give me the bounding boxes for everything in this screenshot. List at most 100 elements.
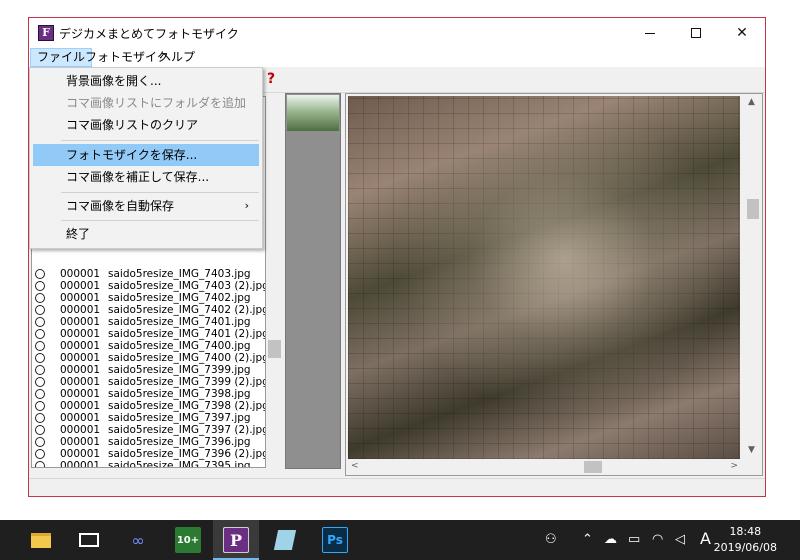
- list-item[interactable]: 000001 saido5resize_IMG_7399 (2).jpg: [32, 376, 265, 388]
- people-icon[interactable]: ⚇: [545, 532, 557, 547]
- list-item[interactable]: 000001 saido5resize_IMG_7396 (2).jpg: [32, 448, 265, 460]
- tile-thumbnail[interactable]: [287, 95, 339, 131]
- list-item[interactable]: 000001 saido5resize_IMG_7397 (2).jpg: [32, 424, 265, 436]
- notes-app-icon[interactable]: [272, 527, 298, 553]
- list-item-filename: saido5resize_IMG_7399.jpg: [108, 364, 251, 376]
- list-item-filename: saido5resize_IMG_7400 (2).jpg: [108, 352, 266, 364]
- scroll-right-icon[interactable]: >: [730, 461, 738, 471]
- list-item-radio[interactable]: [35, 353, 45, 363]
- mosaic-view[interactable]: ▲ ▼ < >: [345, 93, 763, 476]
- list-item-count: 000001: [60, 436, 101, 448]
- menu-item-save-corrected-tiles[interactable]: コマ画像を補正して保存...: [33, 166, 259, 188]
- menu-item-clear-list[interactable]: コマ画像リストのクリア: [33, 114, 259, 136]
- app-icon[interactable]: F: [38, 25, 54, 41]
- list-item[interactable]: 000001 saido5resize_IMG_7402.jpg: [32, 292, 265, 304]
- file-explorer-icon[interactable]: [28, 527, 54, 553]
- list-item[interactable]: 000001 saido5resize_IMG_7401.jpg: [32, 316, 265, 328]
- image-list-scroll-thumb[interactable]: [268, 340, 281, 358]
- image-list-scrollbar[interactable]: [266, 96, 283, 468]
- menu-item-label: コマ画像リストのクリア: [66, 118, 199, 132]
- list-item-radio[interactable]: [35, 305, 45, 315]
- menu-help[interactable]: ヘルプ: [153, 48, 201, 67]
- scroll-up-icon[interactable]: ▲: [748, 97, 755, 107]
- list-item-radio[interactable]: [35, 389, 45, 399]
- list-item-radio[interactable]: [35, 377, 45, 387]
- list-item-filename: saido5resize_IMG_7397.jpg: [108, 412, 251, 424]
- list-item-radio[interactable]: [35, 413, 45, 423]
- list-item[interactable]: 000001 saido5resize_IMG_7397.jpg: [32, 412, 265, 424]
- list-item[interactable]: 000001 saido5resize_IMG_7401 (2).jpg: [32, 328, 265, 340]
- list-item-filename: saido5resize_IMG_7401 (2).jpg: [108, 328, 266, 340]
- help-icon[interactable]: ?: [267, 71, 275, 87]
- mail-icon[interactable]: [76, 527, 102, 553]
- list-item[interactable]: 000001 saido5resize_IMG_7398 (2).jpg: [32, 400, 265, 412]
- close-button[interactable]: ✕: [719, 18, 765, 48]
- list-item-radio[interactable]: [35, 341, 45, 351]
- calendar-icon[interactable]: 10+: [175, 527, 201, 553]
- list-item[interactable]: 000001 saido5resize_IMG_7400.jpg: [32, 340, 265, 352]
- minimize-button[interactable]: [627, 18, 673, 48]
- mosaic-horizontal-scrollbar[interactable]: < >: [346, 459, 743, 475]
- list-item-filename: saido5resize_IMG_7396.jpg: [108, 436, 251, 448]
- list-item-radio[interactable]: [35, 437, 45, 447]
- volume-icon[interactable]: ◁: [675, 532, 685, 547]
- system-clock[interactable]: 18:48 2019/06/08: [714, 524, 777, 556]
- list-item-radio[interactable]: [35, 365, 45, 375]
- list-item-radio[interactable]: [35, 461, 45, 467]
- taskbar: ∞ 10+ P Ps ⚇ ⌃ ☁ ▭ ◠ ◁ A 18:48 2019/06/0…: [0, 520, 800, 560]
- list-item-radio[interactable]: [35, 425, 45, 435]
- cloud-icon[interactable]: ☁: [604, 532, 617, 547]
- list-item-filename: saido5resize_IMG_7402.jpg: [108, 292, 251, 304]
- menu-item-save-photomosaic[interactable]: フォトモザイクを保存...: [33, 144, 259, 166]
- mosaic-vertical-scrollbar[interactable]: ▲ ▼: [743, 94, 762, 459]
- infinity-icon[interactable]: ∞: [125, 527, 151, 553]
- list-item-filename: saido5resize_IMG_7403.jpg: [108, 268, 251, 280]
- list-item-radio[interactable]: [35, 281, 45, 291]
- list-item[interactable]: 000001 saido5resize_IMG_7398.jpg: [32, 388, 265, 400]
- mosaic-vertical-thumb[interactable]: [747, 199, 759, 219]
- list-item[interactable]: 000001 saido5resize_IMG_7403.jpg: [32, 268, 265, 280]
- list-item-count: 000001: [60, 304, 101, 316]
- list-item[interactable]: 000001 saido5resize_IMG_7399.jpg: [32, 364, 265, 376]
- menu-item-autosave-tiles[interactable]: コマ画像を自動保存 ›: [33, 195, 259, 217]
- scroll-down-icon[interactable]: ▼: [748, 445, 755, 455]
- wifi-icon[interactable]: ◠: [652, 532, 663, 547]
- list-item-filename: saido5resize_IMG_7401.jpg: [108, 316, 251, 328]
- list-item[interactable]: 000001 saido5resize_IMG_7400 (2).jpg: [32, 352, 265, 364]
- clock-date: 2019/06/08: [713, 541, 777, 554]
- maximize-button[interactable]: [673, 18, 719, 48]
- list-item-radio[interactable]: [35, 449, 45, 459]
- list-item-count: 000001: [60, 268, 101, 280]
- chevron-up-icon[interactable]: ⌃: [582, 532, 593, 547]
- battery-icon[interactable]: ▭: [628, 532, 640, 547]
- title-bar[interactable]: F デジカメまとめてフォトモザイク ✕: [29, 18, 765, 48]
- scroll-left-icon[interactable]: <: [351, 461, 359, 471]
- ime-indicator[interactable]: A: [700, 529, 711, 548]
- menu-item-open-background[interactable]: 背景画像を開く...: [33, 70, 259, 92]
- list-item-count: 000001: [60, 328, 101, 340]
- list-item[interactable]: 000001 saido5resize_IMG_7402 (2).jpg: [32, 304, 265, 316]
- list-item-count: 000001: [60, 364, 101, 376]
- photomosaic-app-icon[interactable]: P: [223, 527, 249, 553]
- list-item-radio[interactable]: [35, 269, 45, 279]
- file-menu-dropdown: 背景画像を開く... コマ画像リストにフォルダを追加 コマ画像リストのクリア フ…: [29, 67, 263, 249]
- list-item-filename: saido5resize_IMG_7400.jpg: [108, 340, 251, 352]
- tile-preview-panel[interactable]: [285, 93, 341, 469]
- list-item-filename: saido5resize_IMG_7399 (2).jpg: [108, 376, 266, 388]
- list-item[interactable]: 000001 saido5resize_IMG_7396.jpg: [32, 436, 265, 448]
- photoshop-icon[interactable]: Ps: [322, 527, 348, 553]
- list-item-count: 000001: [60, 424, 101, 436]
- menu-item-exit[interactable]: 終了: [33, 223, 259, 245]
- mosaic-image: [348, 96, 740, 459]
- list-item-filename: saido5resize_IMG_7398 (2).jpg: [108, 400, 266, 412]
- list-item-radio[interactable]: [35, 401, 45, 411]
- list-item-radio[interactable]: [35, 293, 45, 303]
- list-item-count: 000001: [60, 316, 101, 328]
- list-item-radio[interactable]: [35, 329, 45, 339]
- list-item[interactable]: 000001 saido5resize_IMG_7403 (2).jpg: [32, 280, 265, 292]
- list-item-count: 000001: [60, 412, 101, 424]
- list-item-radio[interactable]: [35, 317, 45, 327]
- mosaic-horizontal-thumb[interactable]: [584, 461, 602, 473]
- menu-bar: ファイル フォトモザイク ヘルプ: [29, 48, 765, 67]
- list-item[interactable]: 000001 saido5resize_IMG_7395.jpg: [32, 460, 265, 467]
